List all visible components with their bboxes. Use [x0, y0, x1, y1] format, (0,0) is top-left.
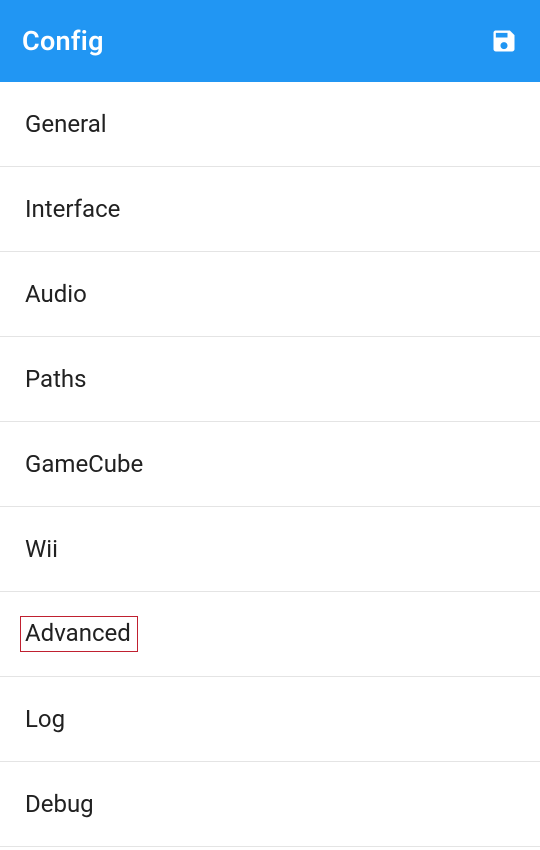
- menu-item-wii[interactable]: Wii: [0, 507, 540, 592]
- menu-item-general[interactable]: General: [0, 82, 540, 167]
- menu-item-audio[interactable]: Audio: [0, 252, 540, 337]
- menu-item-label: Log: [25, 705, 65, 733]
- menu-item-label: GameCube: [25, 450, 143, 478]
- menu-item-label: Audio: [25, 280, 87, 308]
- menu-item-paths[interactable]: Paths: [0, 337, 540, 422]
- menu-item-label: Debug: [25, 790, 94, 818]
- menu-item-log[interactable]: Log: [0, 677, 540, 762]
- menu-item-interface[interactable]: Interface: [0, 167, 540, 252]
- config-menu: General Interface Audio Paths GameCube W…: [0, 82, 540, 847]
- menu-item-label: Interface: [25, 195, 120, 223]
- menu-item-label: General: [25, 110, 107, 138]
- menu-item-label: Paths: [25, 365, 87, 393]
- menu-item-label: Wii: [25, 535, 58, 563]
- menu-item-gamecube[interactable]: GameCube: [0, 422, 540, 507]
- menu-item-advanced[interactable]: Advanced: [0, 592, 540, 677]
- menu-item-label: Advanced: [20, 616, 138, 652]
- page-title: Config: [22, 25, 104, 57]
- app-header: Config: [0, 0, 540, 82]
- save-icon[interactable]: [490, 27, 518, 55]
- menu-item-debug[interactable]: Debug: [0, 762, 540, 847]
